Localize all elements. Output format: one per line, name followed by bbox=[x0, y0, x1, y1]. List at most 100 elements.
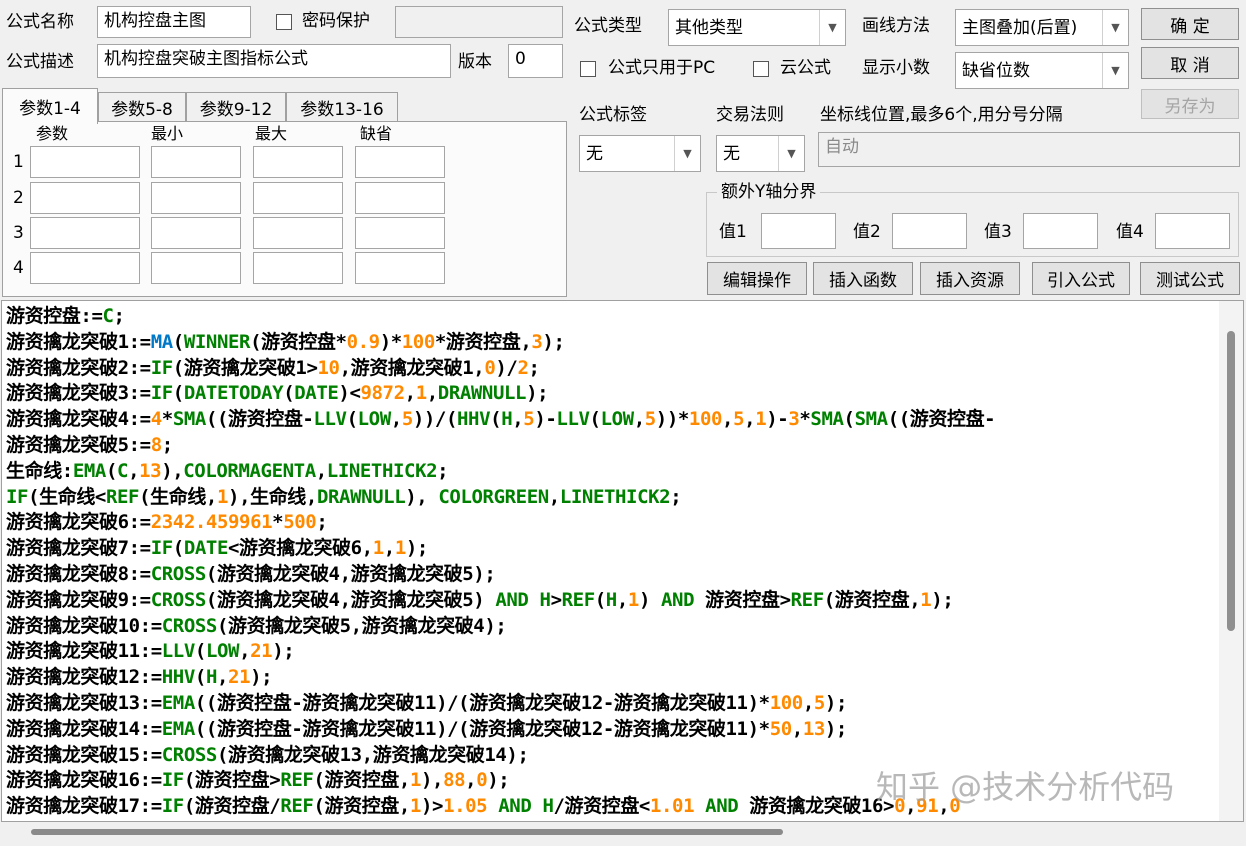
code-token: 游资擒龙突破3:= bbox=[6, 382, 151, 405]
y3-input[interactable] bbox=[1023, 213, 1098, 249]
code-token: C bbox=[102, 305, 114, 327]
y1-input[interactable] bbox=[761, 213, 836, 249]
code-token: 5 bbox=[813, 691, 825, 714]
password-input[interactable] bbox=[395, 6, 563, 38]
tab-params-1-4[interactable]: 参数1-4 bbox=[2, 88, 98, 124]
draw-method-select[interactable]: 主图叠加(后置) ▼ bbox=[955, 9, 1129, 46]
row-label: 3 bbox=[13, 223, 24, 243]
param2-name-input[interactable] bbox=[30, 182, 140, 214]
col-header-max: 最大 bbox=[255, 124, 288, 143]
save-as-button[interactable]: 另存为 bbox=[1141, 89, 1239, 119]
tab-params-13-16[interactable]: 参数13-16 bbox=[286, 92, 398, 122]
code-line: 游资擒龙突破2:=IF(游资擒龙突破1>10,游资擒龙突破1,0)/2; bbox=[6, 356, 1217, 382]
code-token: EMA bbox=[161, 717, 196, 740]
param4-name-input[interactable] bbox=[30, 252, 140, 284]
param2-default-input[interactable] bbox=[355, 182, 445, 214]
code-token: AND bbox=[661, 588, 695, 611]
y2-input[interactable] bbox=[892, 213, 967, 249]
code-token: ); bbox=[931, 588, 954, 611]
trade-rule-label: 交易法则 bbox=[716, 105, 784, 125]
code-token: LLV bbox=[556, 408, 590, 431]
code-line: 游资擒龙突破13:=EMA((游资控盘-游资擒龙突破11)/(游资擒龙突破12-… bbox=[6, 691, 1217, 717]
param4-min-input[interactable] bbox=[151, 252, 241, 284]
code-token: , bbox=[390, 408, 402, 431]
code-token: , bbox=[722, 408, 734, 431]
ok-button[interactable]: 确 定 bbox=[1141, 8, 1239, 40]
param-panel: 参数 最小 最大 缺省 1 2 3 4 bbox=[2, 121, 567, 297]
param1-min-input[interactable] bbox=[151, 146, 241, 178]
code-token: ; bbox=[528, 356, 540, 379]
param3-min-input[interactable] bbox=[151, 217, 241, 249]
param3-max-input[interactable] bbox=[253, 217, 343, 249]
param1-name-input[interactable] bbox=[30, 146, 140, 178]
formula-name-input[interactable]: 机构控盘主图 bbox=[97, 6, 251, 38]
param4-default-input[interactable] bbox=[355, 252, 445, 284]
decimal-label: 显示小数 bbox=[862, 58, 930, 78]
code-token: 100 bbox=[401, 330, 436, 353]
code-token: WINNER bbox=[183, 330, 251, 353]
code-token: 游资擒龙突破15:= bbox=[6, 743, 162, 766]
insert-resource-button[interactable]: 插入资源 bbox=[920, 262, 1020, 295]
formula-desc-input[interactable]: 机构控盘突破主图指标公式 bbox=[97, 44, 451, 78]
chevron-down-icon[interactable]: ▼ bbox=[674, 136, 700, 171]
code-token: ),生命线, bbox=[228, 485, 317, 508]
tab-params-5-8[interactable]: 参数5-8 bbox=[98, 92, 186, 122]
param1-max-input[interactable] bbox=[253, 146, 343, 178]
code-token: 50 bbox=[769, 717, 792, 740]
param3-default-input[interactable] bbox=[355, 217, 445, 249]
password-checkbox[interactable] bbox=[276, 14, 292, 30]
code-token: SMA bbox=[810, 408, 844, 431]
param2-min-input[interactable] bbox=[151, 182, 241, 214]
axis-position-input[interactable]: 自动 bbox=[818, 132, 1240, 167]
code-token: ); bbox=[824, 717, 847, 740]
decimal-select[interactable]: 缺省位数 ▼ bbox=[955, 52, 1129, 89]
code-editor[interactable]: 游资控盘:=C; 游资擒龙突破1:=MA(WINNER(游资控盘*0.9)*100… bbox=[1, 300, 1244, 822]
code-token: ); bbox=[272, 640, 295, 663]
code-token: REF bbox=[105, 485, 140, 508]
param1-default-input[interactable] bbox=[355, 146, 445, 178]
import-formula-button[interactable]: 引入公式 bbox=[1032, 262, 1130, 295]
y4-input[interactable] bbox=[1155, 213, 1230, 249]
code-token: , bbox=[548, 485, 560, 508]
code-line: 游资擒龙突破12:=HHV(H,21); bbox=[6, 665, 1217, 691]
chevron-down-icon[interactable]: ▼ bbox=[819, 10, 845, 45]
code-token: 5 bbox=[401, 408, 413, 431]
param3-name-input[interactable] bbox=[30, 217, 140, 249]
code-token: AND bbox=[498, 795, 532, 818]
code-token: (游资控盘> bbox=[183, 769, 281, 792]
formula-tag-select[interactable]: 无 ▼ bbox=[579, 135, 701, 172]
code-token: SMA bbox=[854, 408, 889, 431]
edit-operation-button[interactable]: 编辑操作 bbox=[707, 262, 807, 295]
chevron-down-icon[interactable]: ▼ bbox=[1102, 53, 1128, 88]
code-token: COLORGREEN bbox=[438, 485, 549, 508]
horizontal-scroll-thumb[interactable] bbox=[31, 829, 783, 835]
trade-rule-select[interactable]: 无 ▼ bbox=[716, 135, 805, 172]
test-formula-button[interactable]: 测试公式 bbox=[1140, 262, 1240, 295]
code-token: ( bbox=[172, 537, 184, 560]
chevron-down-icon[interactable]: ▼ bbox=[1102, 10, 1128, 45]
formula-type-select[interactable]: 其他类型 ▼ bbox=[668, 9, 846, 46]
chevron-down-icon[interactable]: ▼ bbox=[778, 136, 804, 171]
y3-label: 值3 bbox=[984, 222, 1012, 242]
horizontal-scrollbar[interactable] bbox=[1, 822, 1244, 844]
cancel-button[interactable]: 取 消 bbox=[1141, 47, 1239, 79]
decimal-value: 缺省位数 bbox=[962, 61, 1030, 81]
insert-function-button[interactable]: 插入函数 bbox=[813, 262, 913, 295]
code-token: 5 bbox=[644, 408, 656, 431]
code-line: 游资擒龙突破9:=CROSS(游资擒龙突破4,游资擒龙突破5) AND H>RE… bbox=[6, 588, 1217, 614]
code-token: 100 bbox=[769, 691, 804, 714]
param4-max-input[interactable] bbox=[253, 252, 343, 284]
pc-only-checkbox[interactable] bbox=[580, 61, 596, 77]
code-token: (生命线, bbox=[139, 485, 217, 508]
version-input[interactable]: 0 bbox=[508, 44, 563, 78]
vertical-scroll-thumb[interactable] bbox=[1227, 331, 1235, 631]
code-token: , bbox=[802, 691, 814, 714]
param2-max-input[interactable] bbox=[253, 182, 343, 214]
tab-params-9-12[interactable]: 参数9-12 bbox=[186, 92, 286, 122]
cloud-checkbox[interactable] bbox=[753, 61, 769, 77]
code-token: > bbox=[550, 588, 562, 611]
formula-type-value: 其他类型 bbox=[675, 18, 743, 38]
vertical-scrollbar[interactable] bbox=[1219, 301, 1243, 821]
code-token: * bbox=[161, 408, 173, 431]
